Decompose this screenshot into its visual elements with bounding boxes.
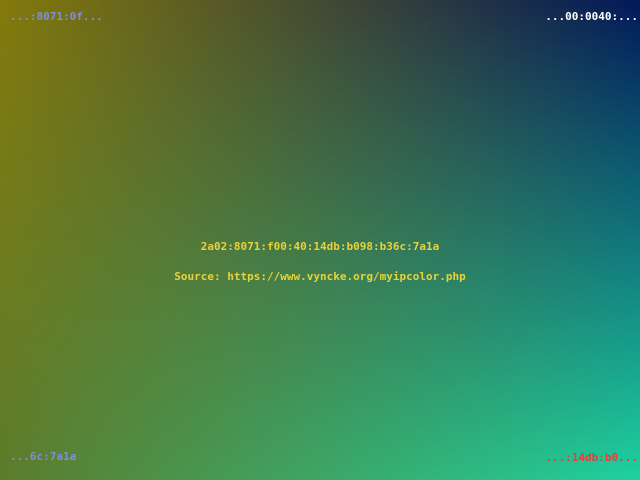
bottom-right-ip-fragment: ...:14db:b0...: [545, 451, 638, 464]
top-right-ip-fragment: ...00:0040:...: [545, 10, 638, 23]
source-url: Source: https://www.vyncke.org/myipcolor…: [174, 270, 466, 283]
ip-address: 2a02:8071:f00:40:14db:b098:b36c:7a1a: [200, 240, 440, 253]
bottom-left-ip-fragment: ...6c:7a1a: [10, 450, 77, 463]
top-left-ip-fragment: ...:8071:0f...: [10, 10, 103, 23]
